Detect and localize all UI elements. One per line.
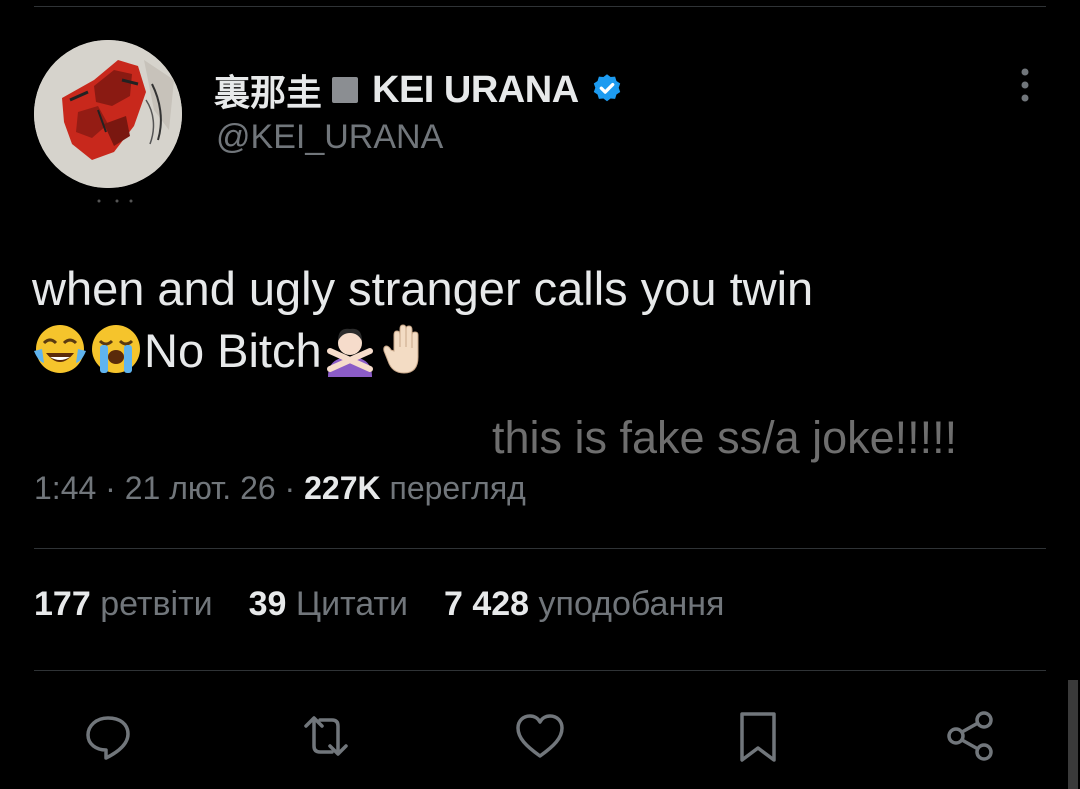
action-bar	[0, 708, 1080, 768]
like-icon[interactable]	[512, 708, 568, 764]
tweet-text: when and ugly stranger calls you twin No…	[32, 258, 1042, 382]
top-divider	[34, 6, 1046, 7]
avatar-image	[34, 40, 182, 188]
tweet-text-line1: when and ugly stranger calls you twin	[32, 262, 814, 315]
author-name-row[interactable]: 裏那圭 KEI URANA	[214, 66, 625, 114]
author-name-cjk: 裏那圭	[214, 73, 323, 114]
retweets-stat[interactable]: 177 ретвіти	[34, 585, 213, 624]
tweet-time[interactable]: 1:44	[34, 470, 96, 506]
tweet-text-line2: No Bitch	[144, 324, 322, 377]
retweets-label: ретвіти	[100, 585, 213, 623]
retweet-icon[interactable]	[298, 708, 354, 764]
likes-label: уподобання	[538, 585, 725, 623]
name-square-glyph	[332, 77, 359, 103]
share-icon[interactable]	[942, 708, 998, 764]
likes-count: 7 428	[443, 585, 530, 623]
likes-stat[interactable]: 7 428 уподобання	[444, 585, 724, 624]
quotes-count: 39	[248, 585, 287, 623]
tweet-date[interactable]: 21 лют. 26	[125, 470, 276, 506]
bookmark-icon[interactable]	[730, 708, 786, 764]
views-count[interactable]: 227K	[304, 470, 381, 506]
quotes-label: Цитати	[295, 585, 408, 623]
overlay-caption: this is fake ss/a joke!!!!!	[492, 412, 958, 463]
avatar[interactable]	[34, 40, 182, 188]
author-handle[interactable]: @KEI_URANA	[216, 118, 443, 157]
stats-divider-bottom	[34, 670, 1046, 671]
stats-divider-top	[34, 548, 1046, 549]
tweet-meta: 1:44 · 21 лют. 26 · 227K перегляд	[34, 470, 526, 507]
meta-separator: ·	[275, 470, 305, 506]
scrollbar[interactable]	[1068, 680, 1078, 789]
retweets-count: 177	[34, 585, 91, 623]
views-label: перегляд	[389, 470, 526, 506]
engagement-stats: 177 ретвіти 39 Цитати 7 428 уподобання	[34, 585, 724, 624]
quotes-stat[interactable]: 39 Цитати	[249, 585, 408, 624]
verified-badge-icon	[593, 74, 620, 102]
meta-separator: ·	[96, 470, 125, 506]
person-gesturing-no-icon	[322, 321, 378, 377]
face-with-tears-of-joy-icon	[32, 321, 88, 377]
reply-icon[interactable]	[80, 708, 136, 764]
author-name-latin: KEI URANA	[372, 68, 579, 111]
avatar-decoration	[97, 199, 133, 203]
raised-hand-icon	[378, 321, 434, 377]
more-options-icon[interactable]	[1010, 66, 1040, 104]
loudly-crying-face-icon	[88, 321, 144, 377]
